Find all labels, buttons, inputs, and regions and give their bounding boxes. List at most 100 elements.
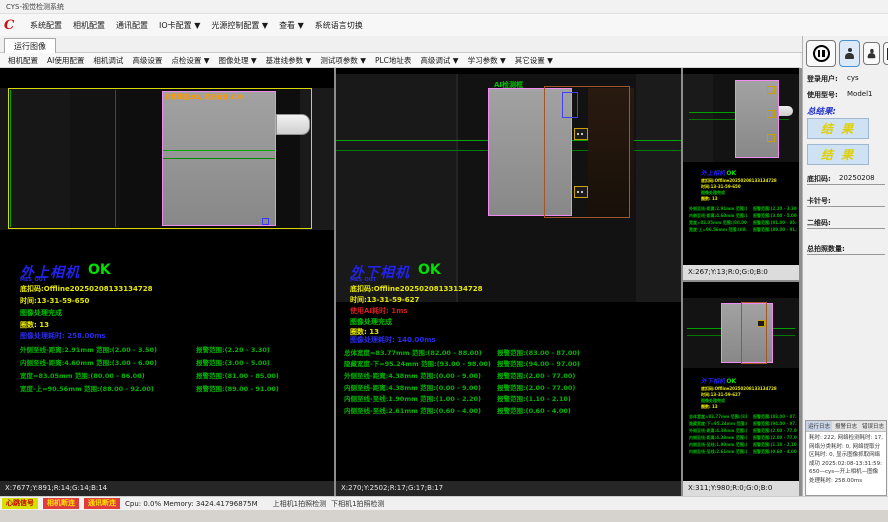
measurement-row: 内侧至线-距离:4.60mm 范围:(3.00 - 6.00) 报警范围:(3.…	[0, 357, 334, 367]
thumb-bottom-result: OK	[726, 378, 736, 385]
thumb-alarm: 报警范围:(89.00 - 91.00)	[753, 227, 797, 233]
model-value: Model1	[847, 90, 872, 98]
middle-code-text: 底扣码:Offline20250208133134728	[350, 284, 483, 294]
thumb-meas: 外侧至线-距离:2.91mm 范围:(2.00 - 3.50)	[689, 206, 747, 212]
tool-image-processing[interactable]: 图像处理 ▼	[219, 55, 257, 66]
thumb-top-image	[683, 74, 799, 162]
measurement-row: 总体宽度=83.77mm 范围:(82.00 - 88.00) 报警范围:(83…	[336, 347, 681, 357]
measurement-row: 宽度=83.05mm 范围:(80.00 - 86.00) 报警范围:(81.0…	[0, 370, 334, 380]
left-camera-viewport[interactable]: 计算阈值:93, 动态阈值:100 外上相机 OK MES_OUT 底扣码:Of…	[0, 68, 334, 496]
middle-result-ok: OK	[418, 262, 441, 278]
left-elapsed-text: 图像处理耗时: 258.00ms	[20, 331, 106, 341]
menu-system-config[interactable]: 系统配置	[30, 20, 62, 31]
tool-advanced-debug[interactable]: 高级调试 ▼	[420, 55, 458, 66]
check-box-2	[767, 110, 775, 118]
alarm-range-text: 报警范围:(2.20 - 3.30)	[196, 344, 270, 354]
alarm-range-text: 报警范围:(89.00 - 91.00)	[196, 383, 279, 393]
measurement-text: 隐藏宽度-下=95.24mm 范围:(93.00 - 98.00)	[344, 358, 491, 368]
left-time-text: 时间:13-31-59-650	[20, 296, 89, 306]
tool-advanced-settings[interactable]: 高级设置	[132, 55, 162, 66]
alarm-range-text: 报警范围:(83.00 - 87.00)	[497, 347, 580, 357]
middle-camera-viewport[interactable]: AI检测框 外下相机 OK MES_OUT 底扣码:Offline2025020…	[336, 68, 681, 496]
user-icon	[868, 48, 876, 58]
left-camera-image: 计算阈值:93, 动态阈值:100	[0, 88, 334, 230]
measurement-row: 外侧至线-距离:2.91mm 范围:(2.00 - 3.50) 报警范围:(2.…	[0, 344, 334, 354]
left-pixel-status-bar: X:7677;Y:891;R:14;G:14;B:14	[0, 481, 334, 496]
user-active-icon	[845, 48, 854, 60]
menu-light-control-config[interactable]: 光源控制配置 ▼	[211, 20, 268, 31]
photo-count-label: 总拍照数量:	[807, 244, 845, 254]
thumb-meas: 内侧至线-距离:4.60mm 范围:(3.00 - 6.00)	[689, 213, 747, 219]
measurement-text: 内侧至线-至线:2.61mm 范围:(0.60 - 4.00)	[344, 405, 481, 415]
thumb-alarm: 报警范围:(83.00 - 87.00)	[753, 414, 797, 420]
tool-spot-check[interactable]: 点检设置 ▼	[171, 55, 209, 66]
main-area: 计算阈值:93, 动态阈值:100 外上相机 OK MES_OUT 底扣码:Of…	[0, 68, 888, 496]
ai-detect-rectangle	[544, 86, 630, 218]
log-tab-run[interactable]: 运行日志	[806, 421, 832, 431]
baseline-green-mid	[115, 90, 116, 227]
thumb-bottom-camera-name: 外下相机	[701, 378, 725, 385]
comm-disconnect-badge: 通讯断连	[84, 498, 120, 509]
menu-io-card-config[interactable]: IO卡配置 ▼	[159, 20, 200, 31]
thumbnail-bottom-viewport[interactable]: 外下相机 OK 底扣码:Offline20250208133134728 时间:…	[683, 282, 799, 496]
login-user-label: 登录用户:	[807, 74, 838, 84]
tool-ai-use-config[interactable]: AI使用配置	[47, 55, 84, 66]
middle-process-done-text: 图像处理完成	[350, 317, 392, 327]
menu-comm-config[interactable]: 通讯配置	[116, 20, 148, 31]
menu-view[interactable]: 查看 ▼	[279, 20, 304, 31]
left-result-ok: OK	[88, 262, 111, 278]
alarm-range-text: 报警范围:(81.00 - 85.00)	[196, 370, 279, 380]
cpu-memory-text: Cpu: 0.0% Memory: 3424.41796875M	[125, 500, 258, 508]
thumb-alarm: 报警范围:(1.10 - 2.10)	[753, 442, 797, 448]
right-sidebar: 登录用户: cys 使用型号: Model1 总结果: 结 果 结 果 底扣码:…	[802, 36, 888, 496]
thumb-meas: 宽度-上=90.56mm 范围:(88.00 - 92.00)	[689, 227, 747, 233]
thumbnail-top-viewport[interactable]: 外上相机 OK 底扣码:Offline20250208133134728 时间:…	[683, 68, 799, 280]
left-count-text: 圈数: 13	[20, 320, 49, 330]
log-tab-strip: 运行日志 报警日志 错误日志	[806, 421, 886, 432]
thumb-meas: 总体宽度=83.77mm 范围:(82.00 - 88.00)	[689, 414, 747, 420]
thumb-alarm: 报警范围:(0.60 - 4.00)	[753, 449, 797, 455]
tool-camera-config[interactable]: 相机配置	[8, 55, 38, 66]
tool-other-settings[interactable]: 其它设置 ▼	[515, 55, 553, 66]
log-tab-alarm[interactable]: 报警日志	[833, 421, 859, 431]
thumb-top-count: 圈数: 13	[701, 196, 718, 202]
middle-pixel-status-bar: X:270;Y:2502;R:17;G:17;B:17	[336, 481, 681, 496]
thumb-top-pixel-status-bar: X:267;Y:13;R:0;G:0;B:0	[683, 265, 799, 280]
thumb-meas: 外侧至线-距离:4.38mm 范围:(0.00 - 9.00)	[689, 428, 747, 434]
thumb-meas: 隐藏宽度-下=95.24mm 范围:(93.00 - 98.00)	[689, 421, 747, 427]
log-text[interactable]: 耗时: 222, 网络检测耗时: 17, 网络分类耗时: 0, 网络提取分区耗时…	[806, 432, 886, 487]
logout-button[interactable]	[883, 42, 888, 65]
tool-learning-params[interactable]: 学习参数 ▼	[468, 55, 506, 66]
bottom-code-value: 20250208	[839, 174, 875, 182]
menu-camera-config[interactable]: 相机配置	[73, 20, 105, 31]
result-box-upper: 结 果	[807, 118, 869, 139]
log-panel: 运行日志 报警日志 错误日志 耗时: 222, 网络检测耗时: 17, 网络分类…	[805, 420, 887, 496]
alarm-range-text: 报警范围:(94.00 - 97.00)	[497, 358, 580, 368]
middle-time-text: 时间:13-31-59-627	[350, 295, 419, 305]
measurement-text: 内侧至线-至线:1.90mm 范围:(1.00 - 2.20)	[344, 393, 481, 403]
tool-baseline-params[interactable]: 基准线参数 ▼	[266, 55, 312, 66]
tool-test-params[interactable]: 测试项参数 ▼	[320, 55, 366, 66]
measurement-row: 外侧至线-距离:4.38mm 范围:(0.00 - 9.00) 报警范围:(2.…	[336, 370, 681, 380]
thumb-alarm: 报警范围:(3.00 - 5.00)	[753, 213, 797, 219]
pause-button[interactable]	[806, 40, 836, 67]
thumb-bottom-count: 圈数: 13	[701, 404, 718, 410]
led-spot-2	[574, 186, 588, 198]
user-switch-button[interactable]	[863, 42, 880, 65]
heartbeat-badge: 心跳信号	[2, 498, 38, 509]
field-underline	[807, 254, 885, 255]
measurement-row: 内侧至线-至线:1.90mm 范围:(1.00 - 2.20) 报警范围:(1.…	[336, 393, 681, 403]
tool-plc-address[interactable]: PLC地址表	[375, 55, 411, 66]
menu-language-switch[interactable]: 系统语言切换	[315, 20, 363, 31]
left-code-text: 底扣码:Offline20250208133134728	[20, 284, 153, 294]
upper-camera-status-text: 上相机1拍照检测	[273, 499, 326, 509]
left-process-done-text: 图像处理完成	[20, 308, 62, 318]
tool-camera-debug[interactable]: 相机调试	[93, 55, 123, 66]
app-logo-icon: C	[4, 18, 19, 33]
operator-mode-button[interactable]	[839, 40, 860, 67]
app-window: CYS-视觉检测系统 C 系统配置 相机配置 通讯配置 IO卡配置 ▼ 光源控制…	[0, 0, 888, 522]
window-title: CYS-视觉检测系统	[6, 3, 64, 11]
measurement-row: 隐藏宽度-下=95.24mm 范围:(93.00 - 98.00) 报警范围:(…	[336, 358, 681, 368]
thumb-alarm: 报警范围:(2.20 - 3.30)	[753, 206, 797, 212]
log-tab-error[interactable]: 错误日志	[860, 421, 886, 431]
